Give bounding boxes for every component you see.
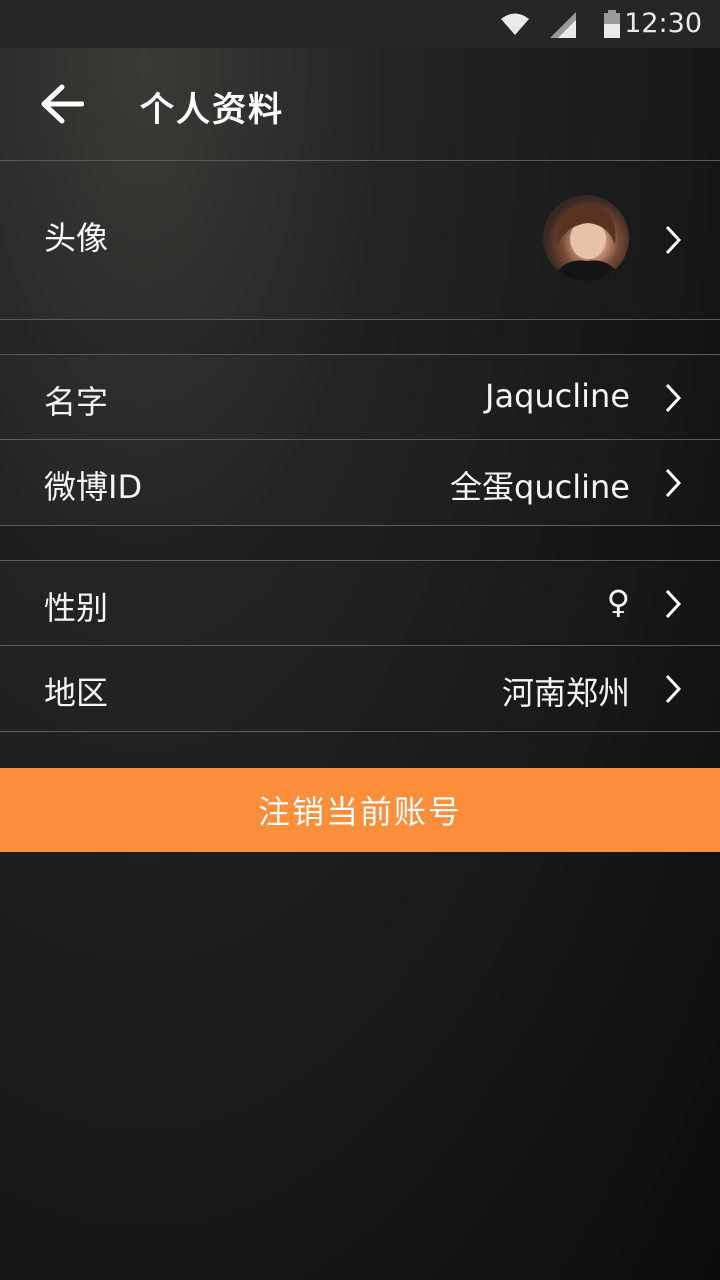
avatar bbox=[543, 195, 629, 281]
status-bar: 12:30 bbox=[0, 0, 720, 48]
weibo-id-value: 全蛋qucline bbox=[450, 468, 630, 506]
name-label: 名字 bbox=[44, 383, 109, 421]
avatar-row[interactable]: 头像 bbox=[0, 161, 720, 319]
section-gap bbox=[0, 320, 720, 354]
weibo-id-row[interactable]: 微博ID 全蛋qucline bbox=[0, 440, 720, 525]
gender-label: 性别 bbox=[44, 589, 109, 627]
back-arrow-icon[interactable] bbox=[40, 84, 85, 128]
chevron-right-icon bbox=[664, 589, 682, 623]
section-gap bbox=[0, 526, 720, 560]
battery-icon bbox=[603, 10, 621, 42]
logout-button[interactable]: 注销当前账号 bbox=[0, 768, 720, 852]
weibo-id-label: 微博ID bbox=[44, 468, 143, 506]
chevron-right-icon bbox=[664, 383, 682, 417]
avatar-label: 头像 bbox=[44, 219, 109, 257]
region-row[interactable]: 地区 河南郑州 bbox=[0, 646, 720, 731]
gender-value: ♀ bbox=[606, 583, 630, 621]
chevron-right-icon bbox=[664, 674, 682, 708]
signal-icon bbox=[550, 12, 576, 42]
name-row[interactable]: 名字 Jaqucline bbox=[0, 355, 720, 440]
wifi-icon bbox=[500, 12, 530, 40]
name-value: Jaqucline bbox=[485, 377, 630, 415]
app-header: 个人资料 bbox=[0, 48, 720, 160]
region-label: 地区 bbox=[44, 674, 109, 712]
region-value: 河南郑州 bbox=[501, 674, 630, 712]
chevron-right-icon bbox=[664, 225, 682, 259]
divider bbox=[0, 731, 720, 732]
chevron-right-icon bbox=[664, 468, 682, 502]
gender-row[interactable]: 性别 ♀ bbox=[0, 561, 720, 646]
page-title: 个人资料 bbox=[140, 90, 284, 130]
status-time: 12:30 bbox=[624, 8, 702, 39]
